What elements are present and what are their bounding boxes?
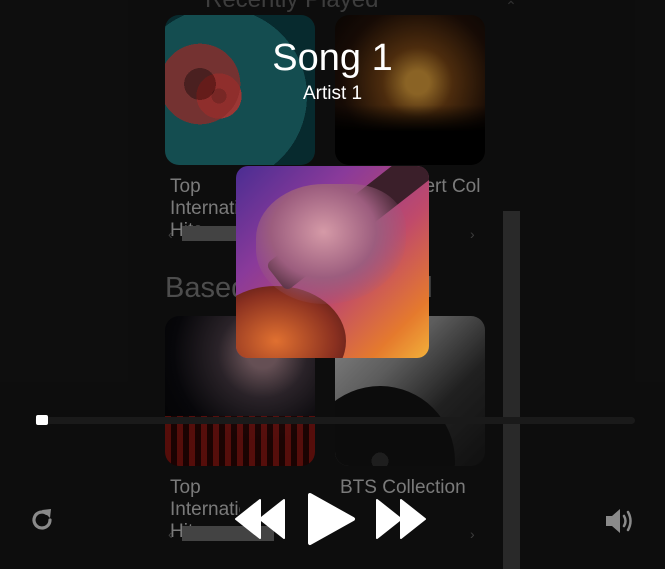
song-title: Song 1 (272, 37, 393, 79)
rewind-icon[interactable] (234, 498, 286, 540)
repeat-icon[interactable] (28, 506, 56, 534)
now-playing-cover (236, 166, 429, 358)
progress-handle[interactable] (36, 415, 48, 425)
song-artist: Artist 1 (302, 83, 363, 104)
play-icon[interactable] (306, 492, 356, 546)
fast-forward-icon[interactable] (375, 498, 427, 540)
volume-icon[interactable] (604, 506, 637, 536)
progress-bar[interactable] (35, 417, 635, 424)
